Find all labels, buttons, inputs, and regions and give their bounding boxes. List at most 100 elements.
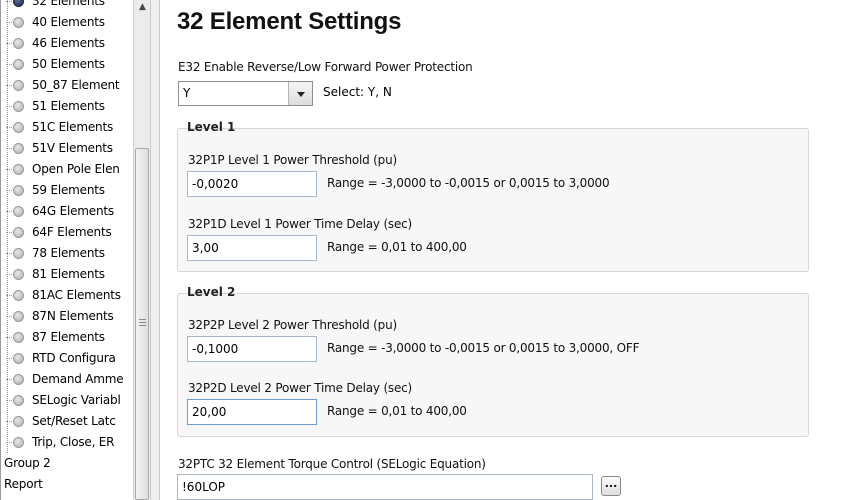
ptc-equation-input[interactable]	[177, 474, 593, 500]
tree-item[interactable]: 50 Elements	[0, 54, 133, 75]
p2d-input[interactable]	[187, 399, 317, 425]
tree-node-icon	[13, 290, 24, 301]
tree-connector	[6, 337, 12, 338]
level2-title: Level 2	[187, 285, 236, 299]
tree-item[interactable]: 32 Elements	[0, 0, 133, 12]
tree-item-label: 59 Elements	[32, 183, 105, 197]
tree-item[interactable]: SELogic Variabl	[0, 390, 133, 411]
tree-item-label: 51C Elements	[32, 120, 113, 134]
tree-item[interactable]: 40 Elements	[0, 12, 133, 33]
tree-node-icon	[13, 332, 24, 343]
tree-node-icon	[13, 122, 24, 133]
tree-node-icon	[13, 0, 24, 7]
tree-item[interactable]: RTD Configura	[0, 348, 133, 369]
tree-scrollbar[interactable]: ▲	[133, 0, 150, 500]
tree-connector	[6, 211, 12, 212]
tree-item[interactable]: 59 Elements	[0, 180, 133, 201]
tree-item[interactable]: 51C Elements	[0, 117, 133, 138]
tree-connector	[6, 190, 12, 191]
tree-item-label: 64G Elements	[32, 204, 114, 218]
p2p-range: Range = -3,0000 to -0,0015 or 0,0015 to …	[327, 341, 640, 355]
tree-item[interactable]: Trip, Close, ER	[0, 432, 133, 453]
tree-item-label: Set/Reset Latc	[32, 414, 116, 428]
tree-item-label: 81 Elements	[32, 267, 105, 281]
tree-connector	[6, 400, 12, 401]
tree-item-label: 64F Elements	[32, 225, 112, 239]
tree-node-icon	[13, 59, 24, 70]
tree-item[interactable]: Demand Amme	[0, 369, 133, 390]
tree-item[interactable]: 50_87 Element	[0, 75, 133, 96]
scroll-thumb[interactable]	[135, 148, 149, 500]
p1d-range: Range = 0,01 to 400,00	[327, 240, 467, 254]
tree-node-icon	[13, 248, 24, 259]
tree-node-icon	[13, 269, 24, 280]
p2d-label: 32P2D Level 2 Power Time Delay (sec)	[188, 381, 413, 395]
tree-connector	[6, 316, 12, 317]
tree-item-label: 50_87 Element	[32, 78, 120, 92]
tree-item[interactable]: 51V Elements	[0, 138, 133, 159]
e32-label: E32 Enable Reverse/Low Forward Power Pro…	[178, 60, 473, 74]
pane-splitter[interactable]	[150, 0, 160, 500]
tree-item-label: SELogic Variabl	[32, 393, 121, 407]
tree-connector	[6, 274, 12, 275]
tree-item[interactable]: 78 Elements	[0, 243, 133, 264]
tree-node-icon	[13, 185, 24, 196]
tree-group-item[interactable]: Report	[0, 474, 133, 495]
tree-item[interactable]: 64F Elements	[0, 222, 133, 243]
tree-connector	[6, 64, 12, 65]
tree-item[interactable]: 87N Elements	[0, 306, 133, 327]
tree-item-label: 87N Elements	[32, 309, 114, 323]
p1p-input[interactable]	[187, 171, 317, 197]
settings-tree: 32 Elements 40 Elements 46 Elements 50 Elem…	[0, 0, 150, 500]
tree-item-label: Demand Amme	[32, 372, 124, 386]
tree-connector	[6, 253, 12, 254]
tree-item[interactable]: 87 Elements	[0, 327, 133, 348]
page-title: 32 Element Settings	[177, 8, 402, 35]
tree-node-icon	[13, 311, 24, 322]
tree-item[interactable]: 46 Elements	[0, 33, 133, 54]
tree-node-icon	[13, 17, 24, 28]
tree-connector	[6, 169, 12, 170]
tree-node-icon	[13, 38, 24, 49]
tree-node-icon	[13, 227, 24, 238]
scroll-grip-icon	[139, 319, 146, 328]
tree-item-label: 51 Elements	[32, 99, 105, 113]
tree-connector	[6, 421, 12, 422]
tree-item[interactable]: 81AC Elements	[0, 285, 133, 306]
tree-connector	[6, 232, 12, 233]
tree-item-label: RTD Configura	[32, 351, 116, 365]
tree-item-label: 50 Elements	[32, 57, 105, 71]
tree-item[interactable]: 64G Elements	[0, 201, 133, 222]
tree-connector	[6, 148, 12, 149]
p1d-input[interactable]	[187, 235, 317, 261]
tree-item[interactable]: Set/Reset Latc	[0, 411, 133, 432]
settings-panel: 32 Element Settings E32 Enable Reverse/L…	[160, 0, 848, 500]
tree-item-label: Open Pole Elen	[32, 162, 120, 176]
tree-item-label: 32 Elements	[32, 0, 105, 8]
dropdown-button[interactable]	[288, 82, 312, 105]
p1p-label: 32P1P Level 1 Power Threshold (pu)	[188, 153, 397, 167]
tree-node-icon	[13, 206, 24, 217]
p2d-range: Range = 0,01 to 400,00	[327, 404, 467, 418]
e32-select[interactable]: Y	[178, 81, 313, 106]
tree-node-icon	[13, 80, 24, 91]
tree-item-label: 78 Elements	[32, 246, 105, 260]
tree-item[interactable]: 51 Elements	[0, 96, 133, 117]
tree-node-icon	[13, 353, 24, 364]
ptc-edit-button[interactable]: ...	[601, 476, 621, 496]
tree-connector	[6, 1, 12, 2]
level1-title: Level 1	[187, 120, 236, 134]
tree-connector	[6, 22, 12, 23]
tree-item-label: 46 Elements	[32, 36, 105, 50]
tree-node-icon	[13, 374, 24, 385]
tree-node-icon	[13, 416, 24, 427]
tree-item[interactable]: Open Pole Elen	[0, 159, 133, 180]
p2p-input[interactable]	[187, 336, 317, 362]
tree-item-label: Trip, Close, ER	[32, 435, 115, 449]
scroll-up-arrow-icon[interactable]: ▲	[135, 0, 150, 14]
tree-item-label: 87 Elements	[32, 330, 105, 344]
tree-connector	[6, 43, 12, 44]
tree-group-item[interactable]: Group 2	[0, 453, 133, 474]
p2p-label: 32P2P Level 2 Power Threshold (pu)	[188, 318, 397, 332]
tree-item[interactable]: 81 Elements	[0, 264, 133, 285]
